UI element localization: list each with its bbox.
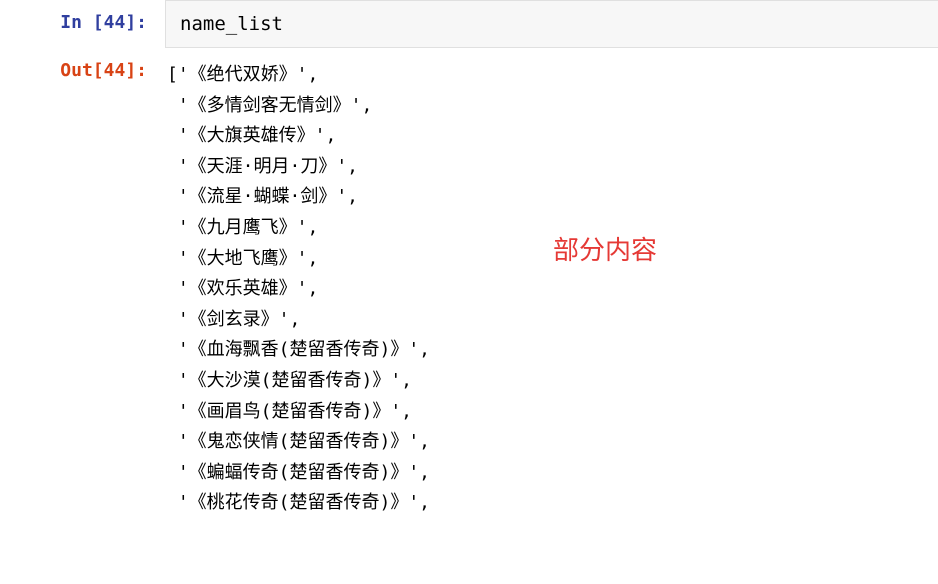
- code-text: name_list: [180, 13, 283, 35]
- input-prompt: In [44]:: [0, 0, 165, 45]
- output-prompt: Out[44]:: [0, 56, 165, 93]
- annotation-label: 部分内容: [553, 228, 657, 272]
- output-text: ['《绝代双娇》', '《多情剑客无情剑》', '《大旗英雄传》', '《天涯·…: [165, 56, 938, 519]
- out-prompt-prefix: Out[: [60, 60, 103, 81]
- out-prompt-suffix: ]:: [125, 60, 147, 81]
- in-prompt-suffix: ]:: [125, 12, 147, 33]
- code-input[interactable]: name_list: [165, 0, 938, 48]
- output-cell: Out[44]: ['《绝代双娇》', '《多情剑客无情剑》', '《大旗英雄传…: [0, 56, 938, 519]
- in-prompt-prefix: In [: [60, 12, 103, 33]
- input-cell: In [44]: name_list: [0, 0, 938, 48]
- out-prompt-number: 44: [104, 60, 126, 81]
- in-prompt-number: 44: [104, 12, 126, 33]
